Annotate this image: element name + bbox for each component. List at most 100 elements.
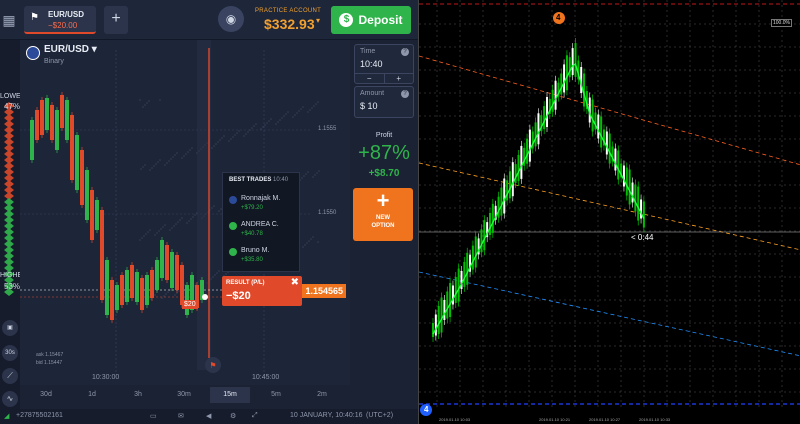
account-type[interactable]: PRACTICE ACCOUNT [255, 8, 321, 14]
map-dot [311, 107, 313, 109]
map-dot [160, 228, 162, 230]
trade-panel: Time ? 10:40 − + Amount ? $ 10 Profit +87… [350, 40, 418, 385]
candle-body [45, 98, 49, 130]
add-tab-button[interactable]: + [104, 6, 128, 34]
map-dot [260, 128, 262, 130]
map-dot [283, 115, 285, 117]
map-dot [158, 230, 160, 232]
candle-body [155, 260, 159, 290]
chart-type-icon[interactable]: ∿ [2, 391, 18, 407]
candle-body [175, 255, 179, 290]
map-dot [214, 274, 216, 276]
mt4-candle-body [597, 114, 600, 139]
candle-body [35, 110, 39, 140]
timeframe-option[interactable]: 2m [302, 387, 342, 403]
mt4-candle-body [474, 236, 477, 268]
map-dot [154, 294, 156, 296]
candle-body [150, 270, 154, 298]
indicators-icon[interactable]: ▣ [2, 320, 18, 336]
map-dot [211, 207, 213, 209]
asset-tab[interactable]: ⚑ EUR/USD −$20.00 [24, 6, 96, 34]
plus-icon: + [376, 188, 390, 213]
map-dot [162, 226, 164, 228]
phone-number[interactable]: +27875502161 [16, 412, 63, 419]
map-dot [161, 297, 163, 299]
map-dot [173, 225, 175, 227]
close-icon[interactable]: ✖ [291, 277, 299, 288]
chevron-down-icon[interactable]: ▾ [316, 16, 320, 25]
timeframe-option[interactable]: 5m [256, 387, 296, 403]
map-dot [279, 119, 281, 121]
candle-body [40, 100, 44, 135]
mt4-chart-window[interactable]: 4 4 < 0:44 100.0% 2019.01.10 10:03 2019.… [418, 0, 800, 424]
map-dot [176, 152, 178, 154]
mt4-candle-body [517, 155, 520, 181]
mt4-candle-body [625, 167, 628, 196]
current-price-tag: 1.154565 [302, 284, 346, 298]
trade-marker[interactable]: $20 [182, 300, 198, 309]
country-flag-icon [229, 222, 237, 230]
mt4-candle-body [534, 122, 537, 147]
timeframe-option-active[interactable]: 15m [210, 387, 250, 403]
time-plus-button[interactable]: + [385, 74, 414, 83]
map-dot [178, 290, 180, 292]
map-dot [171, 227, 173, 229]
mt4-candle-body [560, 73, 563, 95]
email-icon[interactable]: ✉ [178, 412, 184, 420]
new-option-label: NEW [376, 215, 390, 221]
timeframe-option[interactable]: 30m [164, 387, 204, 403]
mt4-candle-body [511, 162, 514, 197]
map-dot [192, 216, 194, 218]
price-chart[interactable]: ⚑ EUR/USD ▾ Binary 1.1555 1.1550 $20 ask… [20, 40, 350, 385]
map-dot [270, 118, 272, 120]
chat-icon[interactable]: ▭ [150, 412, 157, 420]
trading-app: ▦ ⚑ EUR/USD −$20.00 + ◉ PRACTICE ACCOUNT… [0, 0, 418, 424]
map-dot [230, 138, 232, 140]
map-dot [225, 273, 227, 275]
amount-label: Amount [360, 90, 385, 97]
map-dot [309, 109, 311, 111]
candle-body [170, 252, 174, 288]
map-dot [166, 162, 168, 164]
menu-grid-icon[interactable]: ▦ [0, 6, 18, 34]
fullscreen-icon[interactable]: ⤢ [252, 412, 258, 420]
profit-amount: +$8.70 [368, 168, 400, 179]
help-icon[interactable]: ? [401, 48, 409, 56]
map-dot [142, 106, 144, 108]
timeframe-option[interactable]: 30d [26, 387, 66, 403]
time-stepper[interactable]: − + [355, 73, 413, 83]
map-dot [153, 165, 155, 167]
ask-price: ask 1.15467 [36, 352, 64, 358]
draw-tool-icon[interactable]: ⟋ [2, 368, 18, 384]
time-value[interactable]: 10:40 [360, 59, 383, 69]
result-title: RESULT (P/L) [226, 280, 265, 286]
map-dot [140, 168, 142, 170]
mt4-candle-body [449, 283, 452, 317]
help-icon[interactable]: ? [401, 90, 409, 98]
map-dot [313, 105, 315, 107]
settings-icon[interactable]: ⚙ [230, 412, 236, 420]
signal-icon: ◢ [4, 413, 10, 420]
new-option-button[interactable]: + NEW OPTION [353, 188, 413, 241]
amount-box[interactable]: Amount ? $ 10 [354, 86, 414, 118]
map-dot [228, 140, 230, 142]
map-dot [147, 231, 149, 233]
timeframe-option[interactable]: 3h [118, 387, 158, 403]
time-box[interactable]: Time ? 10:40 − + [354, 44, 414, 84]
amount-input[interactable]: $ 10 [360, 101, 378, 111]
map-dot [294, 114, 296, 116]
map-dot [170, 158, 172, 160]
candle-body [60, 95, 64, 128]
candle-body [50, 105, 54, 140]
mt4-candle-body [608, 133, 611, 164]
profit-percent: +87% [358, 142, 410, 164]
timeframe-option[interactable]: 1d [72, 387, 112, 403]
timeframe-button[interactable]: 30s [2, 345, 18, 361]
camera-icon[interactable]: ◉ [218, 6, 244, 32]
volume-icon[interactable]: ◀ [206, 412, 211, 420]
map-dot [169, 229, 171, 231]
deposit-label: Deposit [358, 13, 403, 27]
time-minus-button[interactable]: − [355, 74, 385, 83]
deposit-button[interactable]: $ Deposit [331, 6, 411, 34]
account-balance[interactable]: $332.93 [264, 16, 315, 32]
